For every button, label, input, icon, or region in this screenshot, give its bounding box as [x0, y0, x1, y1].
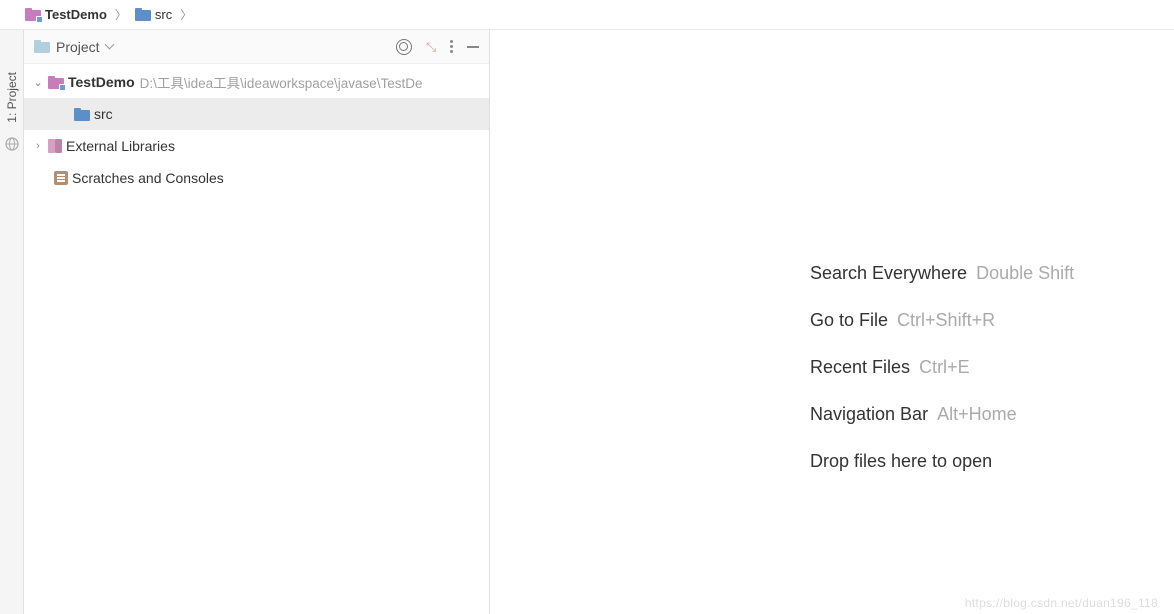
- breadcrumb-item-src[interactable]: src: [135, 7, 172, 22]
- options-button[interactable]: [450, 40, 453, 53]
- collapse-all-button[interactable]: [426, 39, 436, 55]
- hint-search-everywhere: Search Everywhere Double Shift: [810, 263, 1074, 284]
- panel-view-selector[interactable]: Project: [34, 39, 396, 55]
- hint-label: Recent Files: [810, 357, 910, 377]
- chevron-down-icon: [106, 42, 116, 52]
- hint-label: Navigation Bar: [810, 404, 928, 424]
- panel-header: Project: [24, 30, 489, 64]
- module-folder-icon: [25, 8, 41, 21]
- hint-label: Go to File: [810, 310, 888, 330]
- hint-shortcut: Ctrl+Shift+R: [897, 310, 995, 330]
- kebab-icon: [450, 40, 453, 53]
- locate-button[interactable]: [396, 39, 412, 55]
- minimize-icon: [467, 46, 479, 48]
- hint-go-to-file: Go to File Ctrl+Shift+R: [810, 310, 1074, 331]
- hint-navigation-bar: Navigation Bar Alt+Home: [810, 404, 1074, 425]
- hint-shortcut: Alt+Home: [937, 404, 1017, 424]
- library-icon: [48, 139, 62, 153]
- web-icon[interactable]: [5, 137, 19, 151]
- tree-node-label: Scratches and Consoles: [72, 170, 224, 186]
- tree-node-external-libraries[interactable]: › External Libraries: [24, 130, 489, 162]
- expand-toggle[interactable]: ⌄: [32, 76, 44, 89]
- watermark: https://blog.csdn.net/duan196_118: [965, 596, 1158, 610]
- breadcrumb-separator: 〉: [113, 6, 129, 23]
- scratch-icon: [54, 171, 68, 185]
- tree-node-label: External Libraries: [66, 138, 175, 154]
- target-icon: [396, 39, 412, 55]
- project-tree: ⌄ TestDemo D:\工具\idea工具\ideaworkspace\ja…: [24, 64, 489, 614]
- tree-node-scratches[interactable]: Scratches and Consoles: [24, 162, 489, 194]
- collapse-icon: [426, 39, 436, 55]
- tree-node-path: D:\工具\idea工具\ideaworkspace\javase\TestDe: [140, 72, 423, 92]
- tree-node-label: TestDemo: [68, 74, 135, 90]
- breadcrumb-separator: 〉: [178, 6, 194, 23]
- tool-window-bar-left: 1: Project: [0, 30, 24, 614]
- tool-window-tab-project[interactable]: 1: Project: [5, 70, 19, 125]
- breadcrumb-item-project[interactable]: TestDemo: [25, 7, 107, 22]
- project-tool-window: Project ⌄ TestDemo D:\工具\idea工具\ideawork…: [24, 30, 489, 614]
- tree-node-project-root[interactable]: ⌄ TestDemo D:\工具\idea工具\ideaworkspace\ja…: [24, 66, 489, 98]
- hint-drop-files: Drop files here to open: [810, 451, 1074, 472]
- hint-label: Drop files here to open: [810, 451, 992, 471]
- hint-shortcut: Ctrl+E: [919, 357, 970, 377]
- tree-node-label: src: [94, 106, 113, 122]
- editor-empty-state[interactable]: Search Everywhere Double Shift Go to Fil…: [489, 30, 1174, 614]
- breadcrumb-label: src: [155, 7, 172, 22]
- hide-button[interactable]: [467, 46, 479, 48]
- breadcrumb-label: TestDemo: [45, 7, 107, 22]
- breadcrumb: TestDemo 〉 src 〉: [0, 0, 1174, 30]
- hint-label: Search Everywhere: [810, 263, 967, 283]
- tree-node-src[interactable]: src: [24, 98, 489, 130]
- source-folder-icon: [135, 8, 151, 21]
- panel-title: Project: [56, 39, 100, 55]
- hint-shortcut: Double Shift: [976, 263, 1074, 283]
- source-folder-icon: [74, 108, 90, 121]
- module-folder-icon: [48, 76, 64, 89]
- expand-toggle[interactable]: ›: [32, 140, 44, 152]
- folder-icon: [34, 40, 50, 53]
- hint-recent-files: Recent Files Ctrl+E: [810, 357, 1074, 378]
